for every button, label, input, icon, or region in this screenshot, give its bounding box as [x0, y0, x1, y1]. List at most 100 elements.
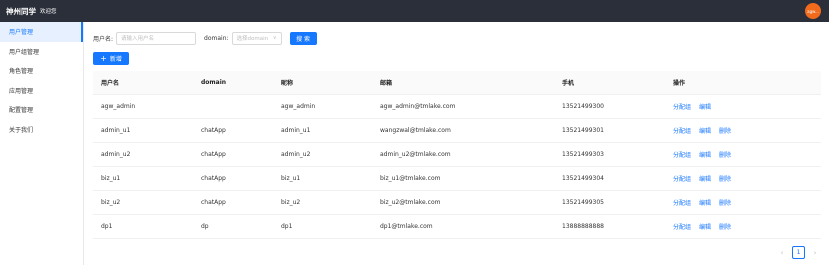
sidebar-item-group-management[interactable]: 用户组管理 — [0, 42, 83, 62]
table-row: agw_admin agw_admin agw_admin@tmlake.com 13… — [93, 95, 821, 119]
cell-username: admin_u1 — [101, 127, 131, 134]
table-header: 用户名 domain 昵称 邮箱 手机 操作 — [93, 71, 821, 95]
cell-nickname: admin_u2 — [281, 151, 311, 158]
cell-actions: 分配组 编辑 删除 — [665, 174, 821, 183]
sidebar-item-user-management[interactable]: 用户管理 — [0, 22, 83, 42]
add-button-label: 新增 — [109, 56, 122, 63]
cell-domain: chatApp — [201, 175, 226, 182]
prev-page-icon[interactable]: ‹ — [777, 249, 787, 257]
delete-link[interactable]: 删除 — [719, 224, 731, 231]
next-page-icon[interactable]: › — [810, 249, 820, 257]
delete-link[interactable]: 删除 — [719, 176, 731, 183]
username-placeholder: 请输入用户名 — [121, 36, 155, 42]
delete-link[interactable]: 删除 — [719, 200, 731, 207]
sidebar-item-label: 应用管理 — [9, 87, 34, 95]
column-header: 用户名 — [101, 80, 120, 87]
sidebar-item-role-management[interactable]: 角色管理 — [0, 61, 83, 81]
search-bar: 用户名: 请输入用户名 domain: 选择domain ∨ 搜 索 — [93, 30, 821, 46]
welcome-text: 欢迎您 — [40, 9, 57, 15]
table-row: dp1 dp dp1 dp1@tmlake.com 13888888888 分配组 编辑 删除 — [93, 215, 821, 239]
sidebar: 用户管理 用户组管理 角色管理 应用管理 配置管理 关于我们 — [0, 22, 84, 265]
cell-domain: dp — [201, 223, 209, 230]
sidebar-item-label: 用户组管理 — [9, 48, 40, 56]
edit-link[interactable]: 编辑 — [699, 152, 711, 159]
cell-actions: 分配组 编辑 删除 — [665, 150, 821, 159]
assign-group-link[interactable]: 分配组 — [673, 200, 691, 207]
app-brand: 神州同学 — [6, 6, 36, 16]
cell-actions: 分配组 编辑 删除 — [665, 198, 821, 207]
cell-email: biz_u2@tmlake.com — [380, 199, 441, 206]
username-label: 用户名: — [93, 35, 114, 43]
sidebar-item-config-management[interactable]: 配置管理 — [0, 100, 83, 120]
assign-group-link[interactable]: 分配组 — [673, 176, 691, 183]
cell-phone: 13521499301 — [562, 127, 604, 134]
assign-group-link[interactable]: 分配组 — [673, 224, 691, 231]
column-header: 邮箱 — [380, 80, 393, 87]
edit-link[interactable]: 编辑 — [699, 176, 711, 183]
domain-label: domain: — [204, 34, 229, 42]
cell-nickname: dp1 — [281, 223, 293, 230]
sidebar-item-label: 用户管理 — [9, 29, 34, 37]
cell-username: biz_u2 — [101, 199, 121, 206]
table-row: admin_u1 chatApp admin_u1 wangzwal@tmlake.c… — [93, 119, 821, 143]
edit-link[interactable]: 编辑 — [699, 104, 711, 111]
cell-email: dp1@tmlake.com — [380, 223, 433, 230]
cell-nickname: agw_admin — [281, 103, 316, 110]
edit-link[interactable]: 编辑 — [699, 224, 711, 231]
add-user-button[interactable]: + 新增 — [93, 52, 129, 65]
pagination: ‹ 1 › — [777, 246, 820, 259]
sidebar-item-label: 关于我们 — [9, 126, 34, 134]
domain-select[interactable]: 选择domain ∨ — [231, 31, 282, 45]
cell-actions: 分配组 编辑 — [665, 102, 821, 111]
delete-link[interactable]: 删除 — [719, 128, 731, 135]
cell-username: dp1 — [101, 223, 113, 230]
column-header: 昵称 — [281, 80, 294, 87]
cell-email: admin_u2@tmlake.com — [380, 151, 451, 158]
cell-phone: 13888888888 — [562, 223, 604, 230]
sidebar-item-label: 角色管理 — [9, 68, 34, 76]
avatar[interactable]: agw... — [805, 3, 821, 19]
plus-icon: + — [100, 53, 107, 63]
sidebar-item-label: 配置管理 — [9, 107, 34, 115]
cell-nickname: biz_u2 — [281, 199, 301, 206]
edit-link[interactable]: 编辑 — [699, 200, 711, 207]
assign-group-link[interactable]: 分配组 — [673, 128, 691, 135]
main-content: 用户名: 请输入用户名 domain: 选择domain ∨ 搜 索 + 新增 … — [84, 22, 829, 265]
cell-actions: 分配组 编辑 删除 — [665, 222, 821, 231]
assign-group-link[interactable]: 分配组 — [673, 104, 691, 111]
cell-domain: chatApp — [201, 199, 226, 206]
avatar-text: agw... — [807, 8, 819, 14]
column-header: 手机 — [562, 80, 575, 87]
cell-nickname: biz_u1 — [281, 175, 301, 182]
cell-phone: 13521499304 — [562, 175, 604, 182]
column-header: 操作 — [673, 80, 686, 87]
sidebar-item-app-management[interactable]: 应用管理 — [0, 81, 83, 101]
column-header: domain — [201, 79, 227, 86]
cell-username: agw_admin — [101, 103, 136, 110]
cell-email: agw_admin@tmlake.com — [380, 103, 456, 110]
cell-username: admin_u2 — [101, 151, 131, 158]
assign-group-link[interactable]: 分配组 — [673, 152, 691, 159]
cell-nickname: admin_u1 — [281, 127, 311, 134]
table-row: admin_u2 chatApp admin_u2 admin_u2@tmlake.c… — [93, 143, 821, 167]
chevron-down-icon: ∨ — [272, 35, 277, 41]
sidebar-item-about-us[interactable]: 关于我们 — [0, 120, 83, 140]
page-number-current[interactable]: 1 — [792, 246, 805, 259]
table-row: biz_u2 chatApp biz_u2 biz_u2@tmlake.com 1352… — [93, 191, 821, 215]
cell-phone: 13521499300 — [562, 103, 604, 110]
cell-username: biz_u1 — [101, 175, 121, 182]
cell-phone: 13521499305 — [562, 199, 604, 206]
cell-actions: 分配组 编辑 删除 — [665, 126, 821, 135]
cell-email: biz_u1@tmlake.com — [380, 175, 441, 182]
delete-link[interactable]: 删除 — [719, 152, 731, 159]
username-input[interactable]: 请输入用户名 — [116, 31, 197, 45]
cell-phone: 13521499303 — [562, 151, 604, 158]
cell-domain: chatApp — [201, 127, 226, 134]
edit-link[interactable]: 编辑 — [699, 128, 711, 135]
table-row: biz_u1 chatApp biz_u1 biz_u1@tmlake.com 1352… — [93, 167, 821, 191]
cell-email: wangzwal@tmlake.com — [380, 127, 451, 134]
search-button[interactable]: 搜 索 — [289, 31, 317, 45]
users-table: 用户名 domain 昵称 邮箱 手机 操作 agw_admin agw_admi… — [93, 71, 821, 239]
top-bar: 神州同学 欢迎您 agw... — [0, 0, 829, 22]
domain-placeholder: 选择domain — [236, 36, 269, 42]
